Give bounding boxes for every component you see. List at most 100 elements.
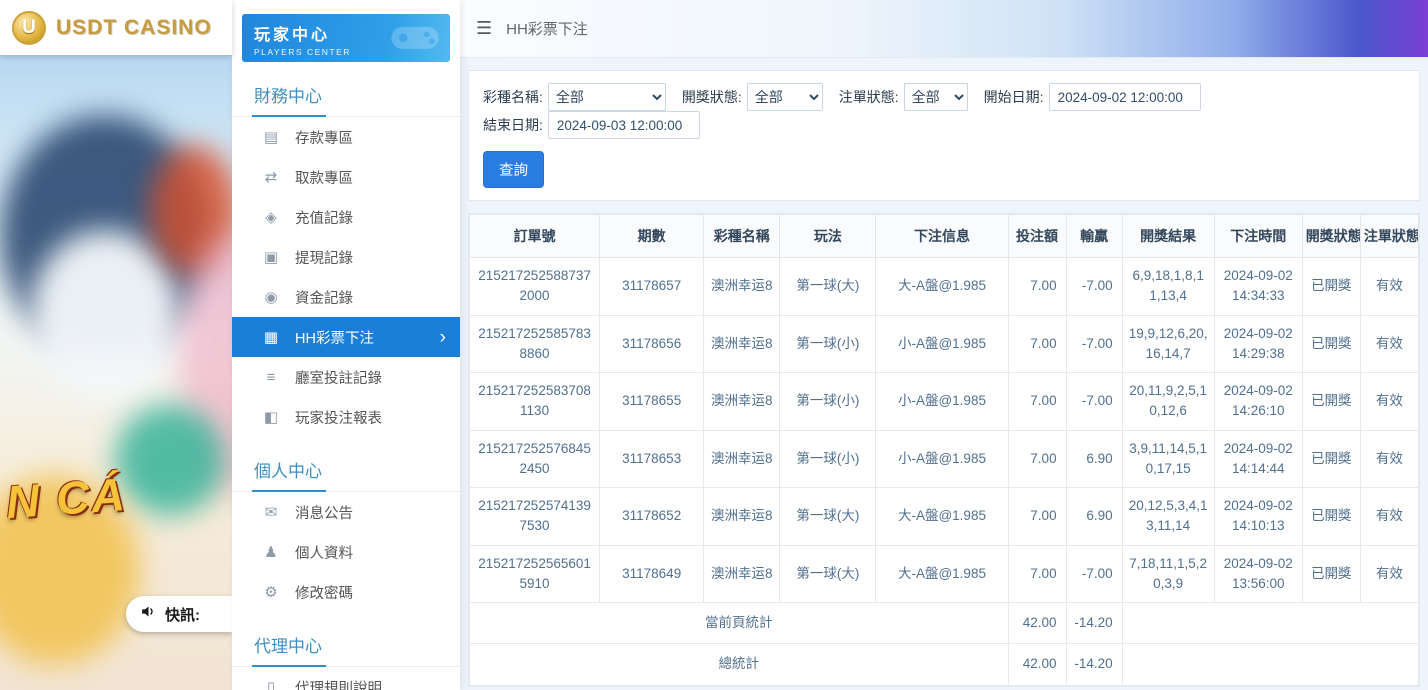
cell-draw-result: 6,9,18,1,8,11,13,4 — [1122, 258, 1214, 316]
funds-record-icon: ◉ — [262, 288, 280, 306]
main-area: ☰ HH彩票下注 彩種名稱:全部開獎狀態:全部注單狀態:全部開始日期:結束日期:… — [460, 0, 1428, 690]
cell-play-type: 第一球(小) — [780, 315, 876, 373]
table-header: 訂單號期數彩種名稱玩法下注信息投注額輸贏開獎結果下注時間開獎狀態注單狀態 — [470, 215, 1419, 258]
document-icon: ▯ — [262, 678, 280, 690]
column-header-bet-time: 下注時間 — [1214, 215, 1302, 258]
end-date-input[interactable] — [548, 111, 700, 139]
sidebar-item-room-bet-record[interactable]: ≡廳室投註記錄 — [232, 357, 460, 397]
cell-order-status: 有效 — [1360, 430, 1418, 488]
deposit-icon: ▤ — [262, 128, 280, 146]
sidebar-item-deposit[interactable]: ▤存款專區 — [232, 117, 460, 157]
filter-field-end-date: 結束日期: — [483, 111, 700, 139]
sidebar-item-change-password[interactable]: ⚙修改密碼 — [232, 572, 460, 612]
cell-bet-amount: 7.00 — [1008, 488, 1066, 546]
sidebar-item-announcements[interactable]: ✉消息公告 — [232, 492, 460, 532]
promo-turtle-shape — [115, 405, 225, 515]
cell-draw-status: 已開獎 — [1302, 488, 1360, 546]
filter-panel: 彩種名稱:全部開獎狀態:全部注單狀態:全部開始日期:結束日期: 查詢 — [468, 70, 1420, 201]
table-row: 215217252574139753031178652澳洲幸运8第一球(大)大-… — [470, 488, 1419, 546]
cell-bet-amount: 7.00 — [1008, 545, 1066, 603]
cell-play-type: 第一球(大) — [780, 258, 876, 316]
content-area: 彩種名稱:全部開獎狀態:全部注單狀態:全部開始日期:結束日期: 查詢 訂單號期數… — [460, 58, 1428, 690]
cell-order: 2152172525741397530 — [470, 488, 600, 546]
promo-caption-text: N CÁ — [4, 467, 128, 529]
sidebar-item-label: 個人資料 — [295, 542, 353, 563]
column-header-period: 期數 — [600, 215, 704, 258]
brand-logo[interactable]: U USDT CASINO — [0, 0, 232, 55]
sidebar-item-agent-rules[interactable]: ▯代理規則說明 — [232, 667, 460, 690]
cell-bet-info: 大-A盤@1.985 — [876, 488, 1008, 546]
filter-label: 結束日期: — [483, 115, 543, 135]
cell-period: 31178649 — [600, 545, 704, 603]
hamburger-menu-icon[interactable]: ☰ — [476, 18, 492, 39]
search-button[interactable]: 查詢 — [483, 151, 544, 188]
sidebar-item-profile[interactable]: ♟個人資料 — [232, 532, 460, 572]
brand-name: USDT CASINO — [56, 16, 212, 40]
cell-lottery-name: 澳洲幸运8 — [704, 315, 780, 373]
summary-bet-amount: 42.00 — [1008, 644, 1066, 685]
sidebar-item-player-report[interactable]: ◧玩家投注報表 — [232, 397, 460, 437]
cell-bet-info: 小-A盤@1.985 — [876, 430, 1008, 488]
news-ticker[interactable]: 快訊: — [126, 596, 232, 632]
chevron-right-icon: › — [440, 328, 446, 347]
cell-order-status: 有效 — [1360, 545, 1418, 603]
sidebar-item-recharge-record[interactable]: ◈充值記錄 — [232, 197, 460, 237]
summary-empty — [1122, 644, 1418, 685]
order-status-select[interactable]: 全部 — [904, 83, 968, 111]
sidebar-header: 玩家中心 PLAYERS CENTER — [242, 14, 450, 62]
cell-bet-time: 2024-09-02 13:56:00 — [1214, 545, 1302, 603]
cell-lottery-name: 澳洲幸运8 — [704, 373, 780, 431]
sidebar-item-withdraw[interactable]: ⇄取款專區 — [232, 157, 460, 197]
cell-play-type: 第一球(小) — [780, 373, 876, 431]
sidebar-item-lottery-bet[interactable]: ▦HH彩票下注› — [232, 317, 460, 357]
ticker-label: 快訊: — [165, 604, 200, 625]
gear-icon: ⚙ — [262, 583, 280, 601]
cell-order: 2152172525857838860 — [470, 315, 600, 373]
header-row: 訂單號期數彩種名稱玩法下注信息投注額輸贏開獎結果下注時間開獎狀態注單狀態 — [470, 215, 1419, 258]
section-title: 財務中心 — [232, 70, 460, 117]
summary-bet-amount: 42.00 — [1008, 603, 1066, 644]
sidebar-item-label: HH彩票下注 — [295, 327, 374, 348]
cell-draw-result: 3,9,11,14,5,10,17,15 — [1122, 430, 1214, 488]
sidebar-item-label: 提現記錄 — [295, 247, 353, 268]
filter-field-draw-status: 開獎狀態:全部 — [682, 83, 823, 111]
app-window: U USDT CASINO N CÁ 快訊: 玩家中心 PLAYERS CENT… — [0, 0, 1428, 690]
sidebar-menu: 財務中心▤存款專區⇄取款專區◈充值記錄▣提現記錄◉資金記錄▦HH彩票下注›≡廳室… — [232, 70, 460, 690]
speaker-icon — [140, 603, 157, 625]
summary-win-loss: -14.20 — [1066, 644, 1122, 685]
column-header-bet-info: 下注信息 — [876, 215, 1008, 258]
sidebar-item-funds-record[interactable]: ◉資金記錄 — [232, 277, 460, 317]
sidebar-item-label: 玩家投注報表 — [295, 407, 382, 428]
sidebar-item-withdraw-record[interactable]: ▣ 提現記錄 — [232, 237, 460, 277]
column-header-bet-amount: 投注額 — [1008, 215, 1066, 258]
lottery-name-select[interactable]: 全部 — [548, 83, 666, 111]
coin-icon: U — [12, 11, 46, 45]
page-title: HH彩票下注 — [506, 18, 588, 39]
section-title: 代理中心 — [232, 620, 460, 667]
cell-order: 2152172525837081130 — [470, 373, 600, 431]
table-row: 215217252583708113031178655澳洲幸运8第一球(小)小-… — [470, 373, 1419, 431]
filter-field-lottery-name: 彩種名稱:全部 — [483, 83, 666, 111]
start-date-input[interactable] — [1049, 83, 1201, 111]
withdraw-record-icon: ▣ — [262, 248, 280, 266]
cell-play-type: 第一球(小) — [780, 430, 876, 488]
promo-artwork: N CÁ — [0, 55, 232, 690]
cell-win-loss: -7.00 — [1066, 315, 1122, 373]
cell-win-loss: 6.90 — [1066, 488, 1122, 546]
table-row: 215217252576845245031178653澳洲幸运8第一球(小)小-… — [470, 430, 1419, 488]
column-header-order-status: 注單狀態 — [1360, 215, 1418, 258]
cell-lottery-name: 澳洲幸运8 — [704, 545, 780, 603]
cell-period: 31178655 — [600, 373, 704, 431]
cell-lottery-name: 澳洲幸运8 — [704, 430, 780, 488]
filter-label: 開獎狀態: — [682, 87, 742, 107]
cell-lottery-name: 澳洲幸运8 — [704, 488, 780, 546]
sidebar-item-label: 廳室投註記錄 — [295, 367, 382, 388]
cell-bet-time: 2024-09-02 14:34:33 — [1214, 258, 1302, 316]
cell-period: 31178656 — [600, 315, 704, 373]
draw-status-select[interactable]: 全部 — [747, 83, 823, 111]
recharge-record-icon: ◈ — [262, 208, 280, 226]
column-header-lottery-name: 彩種名稱 — [704, 215, 780, 258]
cell-draw-status: 已開獎 — [1302, 258, 1360, 316]
cell-order-status: 有效 — [1360, 258, 1418, 316]
cell-win-loss: -7.00 — [1066, 258, 1122, 316]
